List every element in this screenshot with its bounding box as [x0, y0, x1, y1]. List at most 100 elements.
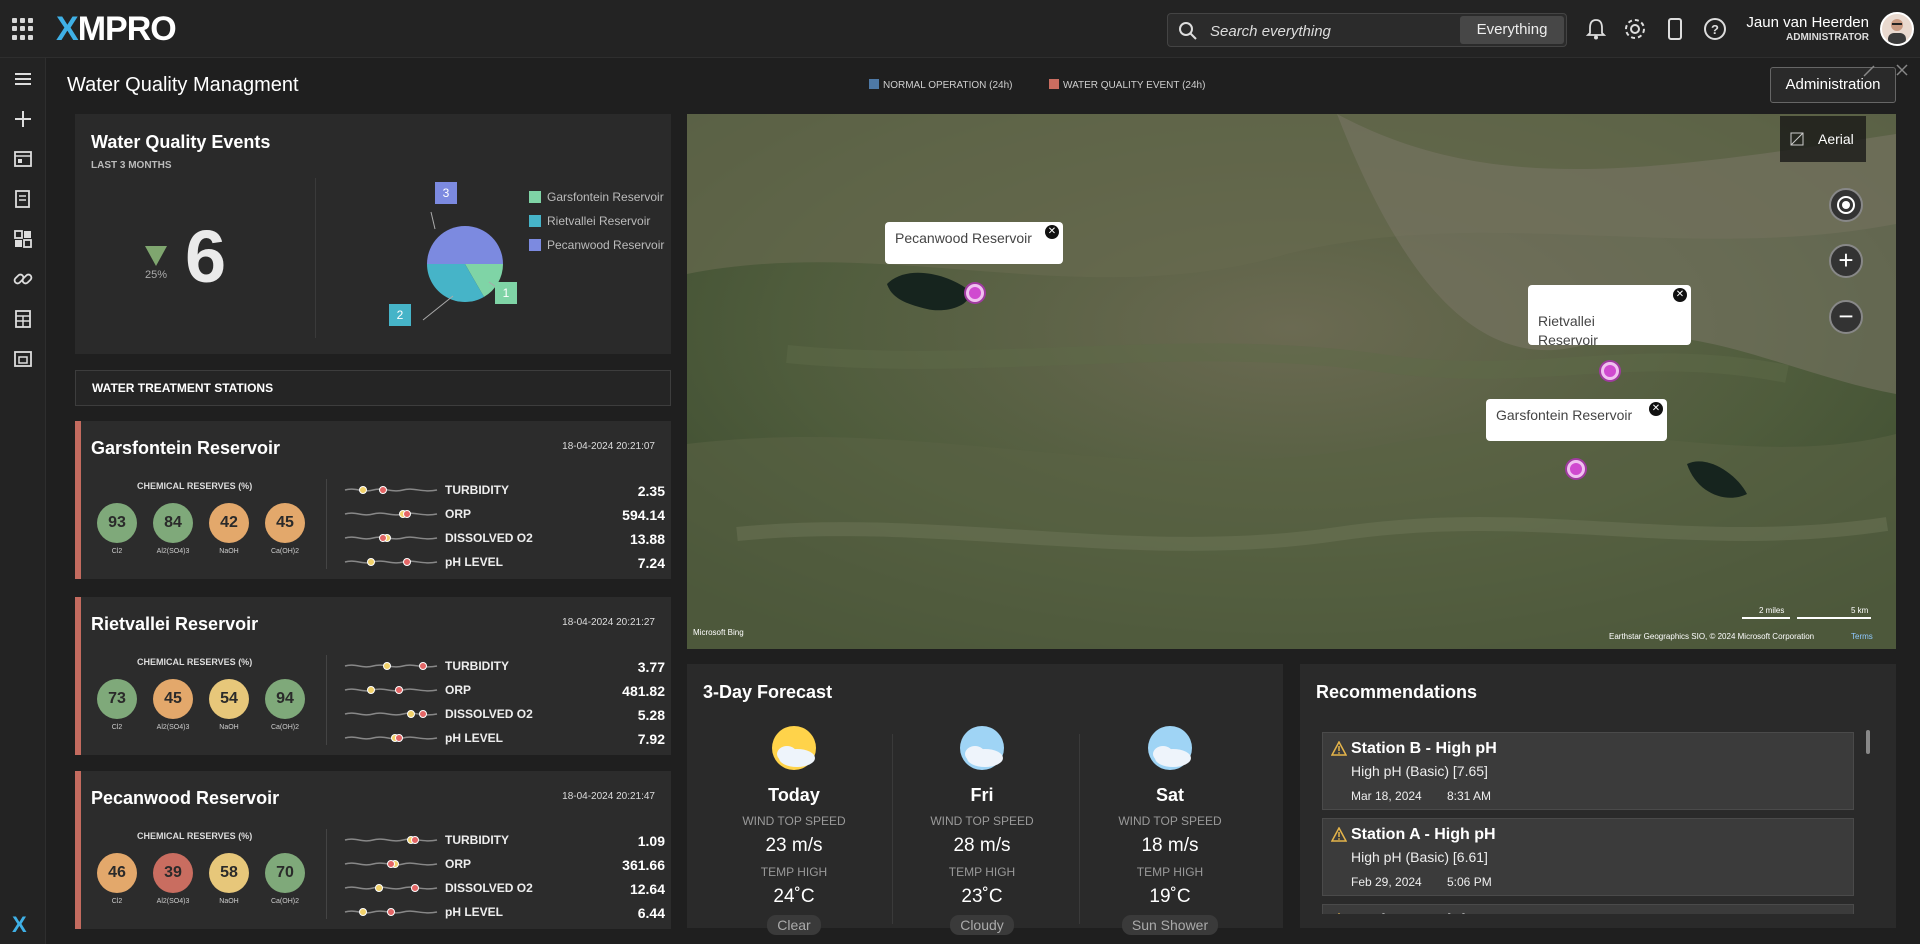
dashboard-icon[interactable] — [12, 148, 34, 170]
station-card[interactable]: Garsfontein Reservoir 18-04-2024 20:21:0… — [75, 421, 671, 579]
apps-icon[interactable] — [12, 228, 34, 250]
chemical-gauge[interactable]: 84 — [153, 503, 193, 543]
pin-garsfontein[interactable] — [1567, 460, 1585, 478]
events-pie-chart[interactable] — [395, 174, 545, 334]
chemical-gauge[interactable]: 42 — [209, 503, 249, 543]
recommendation-item[interactable]: Station B - High pH High pH (Basic) [7.6… — [1322, 732, 1854, 810]
popup-garsfontein[interactable]: Garsfontein Reservoir ✕ — [1486, 399, 1667, 441]
legend-pecanwood[interactable]: Pecanwood Reservoir — [529, 238, 664, 252]
recommendations-list[interactable]: Station B - High pH High pH (Basic) [7.6… — [1300, 724, 1896, 914]
popup-close-icon[interactable]: ✕ — [1673, 288, 1687, 302]
metric-sparkline — [344, 686, 438, 694]
metric-row[interactable]: TURBIDITY 3.77 — [343, 657, 665, 675]
plus-icon[interactable] — [12, 108, 34, 130]
recommendation-item[interactable]: Station C - High pH — [1322, 904, 1854, 914]
divider — [326, 479, 327, 569]
chemical-gauge[interactable]: 45 — [153, 679, 193, 719]
bell-icon[interactable] — [1583, 16, 1609, 42]
station-card[interactable]: Pecanwood Reservoir 18-04-2024 20:21:47 … — [75, 771, 671, 929]
metric-row[interactable]: DISSOLVED O2 13.88 — [343, 529, 665, 547]
zoom-out-button[interactable]: − — [1829, 300, 1863, 334]
legend-rietvallei[interactable]: Rietvallei Reservoir — [529, 214, 650, 228]
search-scope-button[interactable]: Everything — [1460, 16, 1564, 44]
station-card[interactable]: Rietvallei Reservoir 18-04-2024 20:21:27… — [75, 597, 671, 755]
pin-rietvallei[interactable] — [1601, 362, 1619, 380]
metric-label: ORP — [445, 857, 472, 871]
forecast-day[interactable]: Fri WIND TOP SPEED 28 m/s TEMP HIGH 23˚C… — [892, 724, 1072, 935]
chemical-gauge[interactable]: 93 — [97, 503, 137, 543]
zoom-in-button[interactable]: + — [1829, 244, 1863, 278]
temp-label: TEMP HIGH — [1136, 865, 1204, 879]
link-icon[interactable] — [12, 268, 34, 290]
pie-slice-pecanwood[interactable] — [427, 226, 503, 264]
metric-row[interactable]: DISSOLVED O2 12.64 — [343, 879, 665, 897]
chemical-gauge[interactable]: 73 — [97, 679, 137, 719]
events-title: Water Quality Events — [91, 132, 271, 152]
chemical-label: Al2(SO4)3 — [156, 898, 190, 905]
xmpro-logo[interactable]: XMPRO — [56, 10, 177, 49]
events-change: 25% — [145, 269, 168, 281]
metric-row[interactable]: pH LEVEL 7.24 — [343, 553, 665, 571]
avatar[interactable] — [1880, 12, 1914, 46]
condition-badge: Sun Shower — [1121, 915, 1219, 935]
close-icon[interactable] — [1896, 64, 1908, 76]
edit-icon[interactable] — [1862, 64, 1876, 78]
chemical-gauge[interactable]: 94 — [265, 679, 305, 719]
metric-value: 594.14 — [622, 507, 665, 523]
document-icon[interactable] — [12, 188, 34, 210]
chemical-gauge[interactable]: 70 — [265, 853, 305, 893]
recommendation-title: Station B - High pH — [1351, 740, 1497, 757]
popup-close-icon[interactable]: ✕ — [1045, 225, 1059, 239]
search-bar[interactable]: Search everything Everything — [1167, 13, 1567, 47]
chemical-label: Ca(OH)2 — [270, 724, 299, 731]
administration-button[interactable]: Administration — [1770, 67, 1896, 103]
metric-row[interactable]: TURBIDITY 2.35 — [343, 481, 665, 499]
metric-sparkline — [344, 734, 438, 742]
map[interactable]: Aerial + − Pecanwood Reservoir ✕ Rietvall… — [687, 114, 1896, 649]
terms-link[interactable]: Terms — [1851, 632, 1873, 641]
metric-row[interactable]: DISSOLVED O2 5.28 — [343, 705, 665, 723]
scale-km: 5 km — [1851, 606, 1869, 615]
metric-row[interactable]: ORP 594.14 — [343, 505, 665, 523]
metric-sparkline — [344, 510, 438, 518]
metric-row[interactable]: ORP 481.82 — [343, 681, 665, 699]
popup-rietvallei[interactable]: Rietvallei Reservoir ✕ — [1528, 285, 1691, 348]
chemical-gauge[interactable]: 45 — [265, 503, 305, 543]
user-name[interactable]: Jaun van Heerden — [1746, 14, 1869, 31]
metric-sparkline — [344, 662, 438, 670]
chemical-label: Cl2 — [111, 724, 123, 731]
aerial-toggle[interactable]: Aerial — [1780, 116, 1866, 162]
chemical-gauge[interactable]: 46 — [97, 853, 137, 893]
station-timestamp: 18-04-2024 20:21:07 — [562, 441, 655, 452]
chemical-gauge[interactable]: 58 — [209, 853, 249, 893]
metric-row[interactable]: ORP 361.66 — [343, 855, 665, 873]
metric-row[interactable]: pH LEVEL 7.92 — [343, 729, 665, 747]
forecast-day[interactable]: Today WIND TOP SPEED 23 m/s TEMP HIGH 24… — [704, 724, 884, 935]
divider — [892, 734, 893, 924]
search-input[interactable]: Search everything — [1210, 23, 1331, 40]
popup-pecanwood[interactable]: Pecanwood Reservoir ✕ — [885, 222, 1063, 264]
gear-icon[interactable] — [1622, 16, 1648, 42]
menu-icon[interactable] — [12, 68, 34, 90]
popup-close-icon[interactable]: ✕ — [1649, 402, 1663, 416]
scale-bar-km — [1797, 617, 1871, 619]
recommendation-item[interactable]: Station A - High pH High pH (Basic) [6.6… — [1322, 818, 1854, 896]
metric-row[interactable]: TURBIDITY 1.09 — [343, 831, 665, 849]
xmpro-mark-icon[interactable]: X — [12, 912, 27, 938]
pin-pecanwood[interactable] — [966, 284, 984, 302]
scrollbar[interactable] — [1866, 730, 1870, 754]
calculator-icon[interactable] — [12, 308, 34, 330]
help-icon[interactable]: ? — [1702, 16, 1728, 42]
chemical-gauge[interactable]: 39 — [153, 853, 193, 893]
mobile-icon[interactable] — [1662, 16, 1688, 42]
chemical-gauge[interactable]: 54 — [209, 679, 249, 719]
locate-button[interactable] — [1829, 188, 1863, 222]
report-icon[interactable] — [12, 348, 34, 370]
user-role: ADMINISTRATOR — [1786, 32, 1869, 43]
app-launcher-icon[interactable] — [12, 18, 34, 40]
svg-text:?: ? — [1711, 22, 1719, 37]
forecast-day[interactable]: Sat WIND TOP SPEED 18 m/s TEMP HIGH 19˚C… — [1080, 724, 1260, 935]
metric-sparkline — [344, 884, 438, 892]
legend-garsfontein[interactable]: Garsfontein Reservoir — [529, 190, 664, 204]
metric-row[interactable]: pH LEVEL 6.44 — [343, 903, 665, 921]
